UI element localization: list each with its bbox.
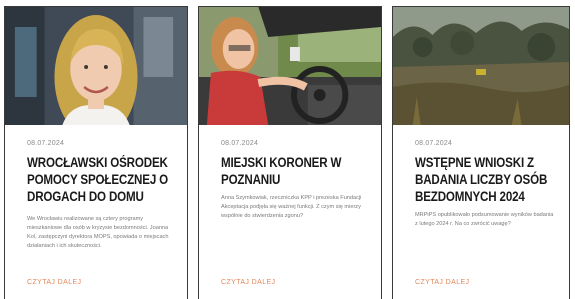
article-photo-field[interactable]: [393, 7, 569, 125]
article-title[interactable]: Miejski Koroner w Poznaniu: [221, 154, 372, 188]
article-excerpt: We Wrocławiu realizowane są cztery progr…: [27, 216, 169, 249]
read-more-link[interactable]: CZYTAJ DALEJ: [221, 279, 275, 286]
article-excerpt: MRPiPS opublikowało podsumowanie wyników…: [415, 212, 554, 227]
read-more-link[interactable]: CZYTAJ DALEJ: [27, 279, 81, 286]
article-card[interactable]: 08.07.2024 Wstępne wnioski z badania lic…: [392, 6, 570, 299]
article-card[interactable]: 08.07.2024 Wrocławski Ośrodek Pomocy Spo…: [4, 6, 188, 299]
article-title[interactable]: Wrocławski Ośrodek Pomocy Społecznej o d…: [27, 154, 178, 205]
article-photo-driver[interactable]: [199, 7, 381, 125]
article-photo-portrait[interactable]: [5, 7, 187, 125]
article-date: 08.07.2024: [415, 140, 453, 147]
article-title[interactable]: Wstępne wnioski z badania liczby osób be…: [415, 154, 566, 205]
articles-grid: 08.07.2024 Wrocławski Ośrodek Pomocy Spo…: [0, 0, 575, 299]
article-date: 08.07.2024: [221, 140, 259, 147]
article-excerpt: Anna Szymkowiak, rzeczniczka KPP i preze…: [221, 195, 362, 219]
article-date: 08.07.2024: [27, 140, 65, 147]
read-more-link[interactable]: CZYTAJ DALEJ: [415, 279, 469, 286]
article-card[interactable]: 08.07.2024 Miejski Koroner w Poznaniu An…: [198, 6, 382, 299]
